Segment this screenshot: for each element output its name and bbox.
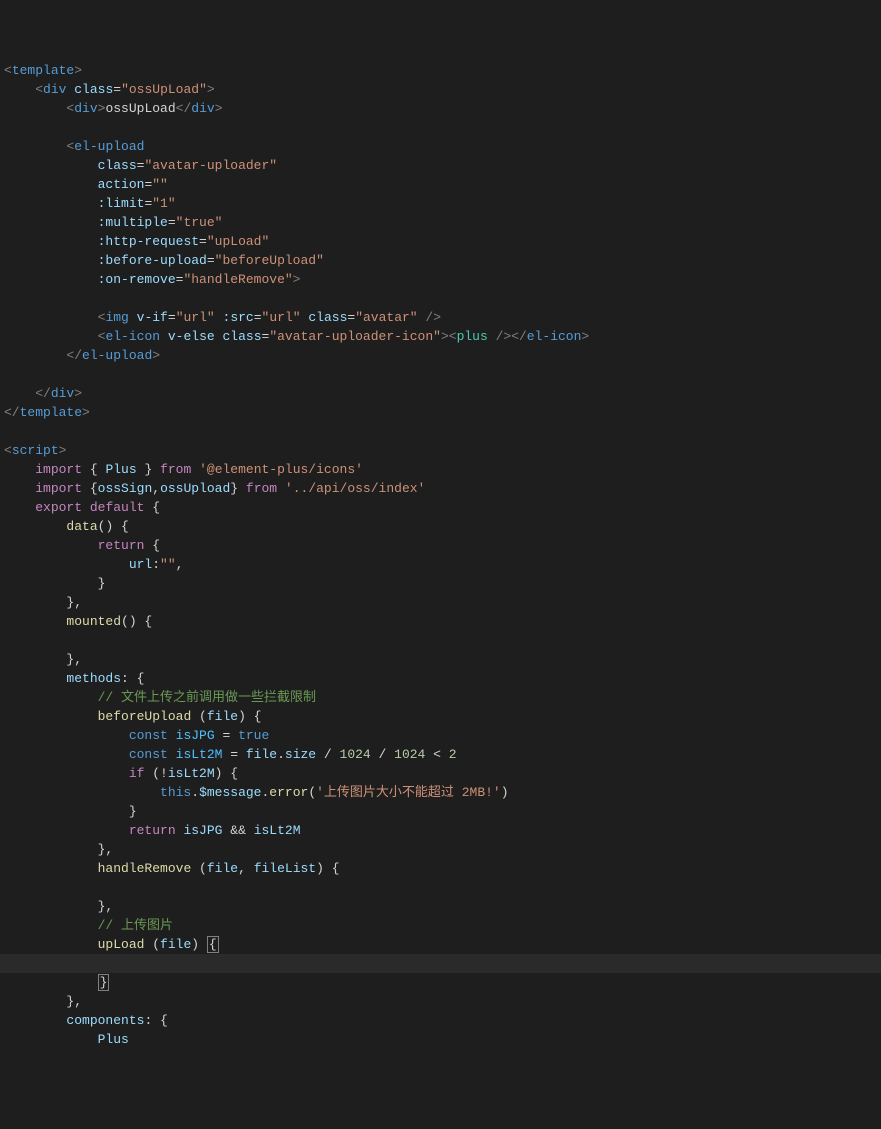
code-line[interactable]: // 文件上传之前调用做一些拦截限制 <box>0 688 881 707</box>
code-line[interactable]: return { <box>0 536 881 555</box>
code-line[interactable]: :on-remove="handleRemove"> <box>0 270 881 289</box>
code-line[interactable]: if (!isLt2M) { <box>0 764 881 783</box>
code-line[interactable] <box>0 954 881 973</box>
code-editor[interactable]: <template> <div class="ossUpLoad"> <div>… <box>0 57 881 1053</box>
code-line[interactable]: data() { <box>0 517 881 536</box>
code-line[interactable]: action="" <box>0 175 881 194</box>
code-line[interactable]: }, <box>0 992 881 1011</box>
code-line[interactable]: <el-icon v-else class="avatar-uploader-i… <box>0 327 881 346</box>
code-line[interactable] <box>0 631 881 650</box>
code-line[interactable]: :before-upload="beforeUpload" <box>0 251 881 270</box>
code-line[interactable]: this.$message.error('上传图片大小不能超过 2MB!') <box>0 783 881 802</box>
code-line[interactable]: beforeUpload (file) { <box>0 707 881 726</box>
code-line[interactable]: mounted() { <box>0 612 881 631</box>
code-line[interactable] <box>0 422 881 441</box>
code-line[interactable]: } <box>0 574 881 593</box>
code-line[interactable]: methods: { <box>0 669 881 688</box>
code-line[interactable]: const isJPG = true <box>0 726 881 745</box>
code-line[interactable]: // 上传图片 <box>0 916 881 935</box>
code-line[interactable] <box>0 118 881 137</box>
code-line[interactable]: } <box>0 802 881 821</box>
code-line[interactable]: <div class="ossUpLoad"> <box>0 80 881 99</box>
code-line[interactable]: <script> <box>0 441 881 460</box>
code-line[interactable]: }, <box>0 840 881 859</box>
code-line[interactable]: }, <box>0 593 881 612</box>
code-line[interactable]: </div> <box>0 384 881 403</box>
code-line[interactable]: <div>ossUpLoad</div> <box>0 99 881 118</box>
code-line[interactable]: Plus <box>0 1030 881 1049</box>
code-line[interactable]: :multiple="true" <box>0 213 881 232</box>
code-line[interactable]: export default { <box>0 498 881 517</box>
code-line[interactable]: import {ossSign,ossUpload} from '../api/… <box>0 479 881 498</box>
code-line[interactable]: </el-upload> <box>0 346 881 365</box>
code-line[interactable]: } <box>0 973 881 992</box>
code-line[interactable]: class="avatar-uploader" <box>0 156 881 175</box>
code-line[interactable]: <img v-if="url" :src="url" class="avatar… <box>0 308 881 327</box>
code-line[interactable]: }, <box>0 650 881 669</box>
code-line[interactable]: upLoad (file) { <box>0 935 881 954</box>
code-line[interactable] <box>0 289 881 308</box>
code-line[interactable]: handleRemove (file, fileList) { <box>0 859 881 878</box>
code-line[interactable]: components: { <box>0 1011 881 1030</box>
code-line[interactable]: }, <box>0 897 881 916</box>
code-line[interactable]: return isJPG && isLt2M <box>0 821 881 840</box>
code-line[interactable]: :http-request="upLoad" <box>0 232 881 251</box>
code-line[interactable] <box>0 365 881 384</box>
code-line[interactable]: const isLt2M = file.size / 1024 / 1024 <… <box>0 745 881 764</box>
code-line[interactable]: import { Plus } from '@element-plus/icon… <box>0 460 881 479</box>
code-line[interactable]: url:"", <box>0 555 881 574</box>
code-line[interactable]: </template> <box>0 403 881 422</box>
code-line[interactable] <box>0 878 881 897</box>
code-line[interactable]: <template> <box>0 61 881 80</box>
code-line[interactable]: <el-upload <box>0 137 881 156</box>
code-line[interactable]: :limit="1" <box>0 194 881 213</box>
